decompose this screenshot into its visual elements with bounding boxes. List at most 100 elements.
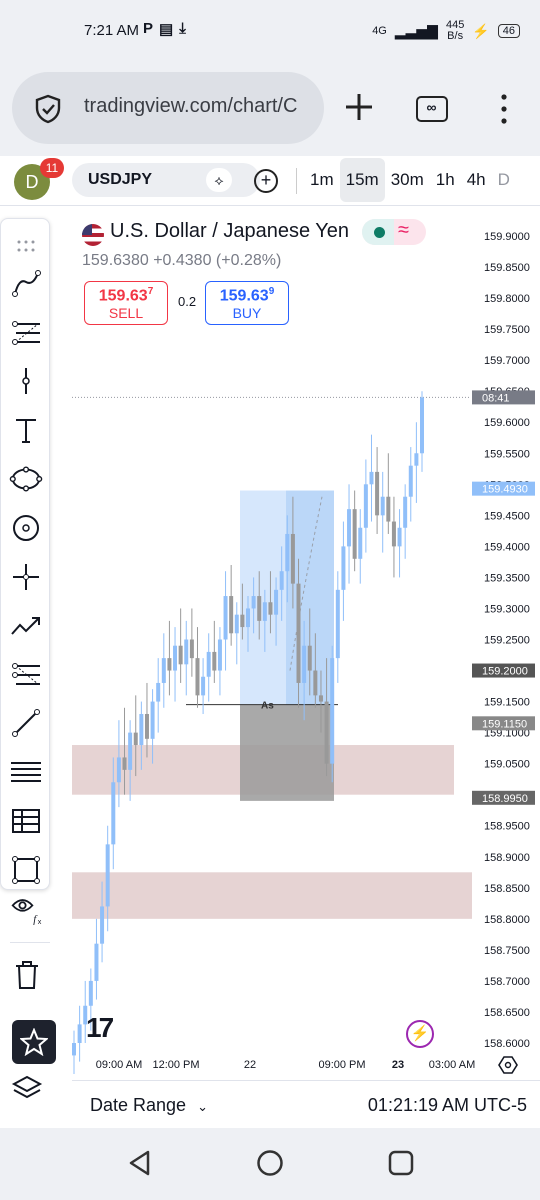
- candle-body[interactable]: [139, 713, 144, 746]
- candle-body[interactable]: [296, 583, 301, 683]
- candle-body[interactable]: [111, 782, 116, 845]
- interval-tab-4h[interactable]: 4h: [461, 158, 492, 202]
- candle-body[interactable]: [386, 496, 391, 522]
- candle-body[interactable]: [116, 757, 121, 783]
- candle-body[interactable]: [251, 596, 256, 609]
- candle-body[interactable]: [217, 639, 222, 671]
- date-range-button[interactable]: Date Range ⌄: [90, 1095, 208, 1116]
- candle-body[interactable]: [206, 651, 211, 677]
- candle-body[interactable]: [201, 676, 206, 696]
- price-chart[interactable]: As 159.9000 159.8500 159.8000 159.7500 159.70…: [72, 210, 540, 1080]
- candle-body[interactable]: [262, 602, 267, 621]
- candle-body[interactable]: [195, 658, 200, 696]
- candle-body[interactable]: [88, 980, 93, 1006]
- candle-body[interactable]: [234, 614, 239, 634]
- candle-body[interactable]: [352, 509, 357, 559]
- fib-retracement-tool-icon[interactable]: [9, 316, 43, 350]
- candle-body[interactable]: [341, 546, 346, 590]
- candle-body[interactable]: [363, 484, 368, 528]
- candle-body[interactable]: [173, 645, 178, 671]
- table-tool-icon[interactable]: [9, 804, 43, 838]
- candle-body[interactable]: [144, 713, 149, 739]
- ray-tool-icon[interactable]: [9, 706, 43, 740]
- interval-tab-15m[interactable]: 15m: [339, 158, 385, 202]
- trash-icon[interactable]: [10, 958, 44, 992]
- address-bar[interactable]: tradingview.com/chart/C: [12, 72, 324, 144]
- candle-body[interactable]: [369, 471, 374, 485]
- candle-body[interactable]: [380, 496, 385, 516]
- candle-body[interactable]: [223, 596, 228, 640]
- candle-body[interactable]: [122, 757, 127, 770]
- candle-body[interactable]: [229, 596, 234, 634]
- buy-button[interactable]: 159.639 BUY: [205, 281, 289, 325]
- candle-body[interactable]: [274, 589, 279, 615]
- candle-body[interactable]: [335, 589, 340, 659]
- recents-icon[interactable]: [388, 1150, 414, 1176]
- candle-body[interactable]: [77, 1024, 82, 1043]
- vertical-line-tool-icon[interactable]: [9, 364, 43, 398]
- candle-body[interactable]: [285, 533, 290, 572]
- candle-body[interactable]: [156, 682, 161, 702]
- interval-tab-1h[interactable]: 1h: [430, 158, 461, 202]
- candle-body[interactable]: [313, 670, 318, 696]
- home-icon[interactable]: [256, 1149, 284, 1177]
- candle-body[interactable]: [330, 658, 335, 764]
- interval-tab-30m[interactable]: 30m: [385, 158, 430, 202]
- candle-body[interactable]: [128, 732, 133, 770]
- forecast-tool-icon[interactable]: [9, 609, 43, 643]
- candle-body[interactable]: [105, 844, 110, 907]
- candle-body[interactable]: [178, 645, 183, 665]
- candle-body[interactable]: [403, 496, 408, 528]
- candle-body[interactable]: [246, 608, 250, 628]
- candle-body[interactable]: [189, 639, 194, 659]
- candle-body[interactable]: [397, 527, 402, 547]
- favorites-star-button[interactable]: [12, 1020, 56, 1064]
- candle-body[interactable]: [302, 645, 307, 683]
- symbol-search-button[interactable]: USDJPY ⟡: [72, 163, 260, 197]
- candle-body[interactable]: [279, 571, 284, 590]
- candle-body[interactable]: [72, 1043, 76, 1056]
- eye-fx-icon[interactable]: fx: [10, 892, 44, 926]
- layers-icon[interactable]: [10, 1072, 44, 1106]
- url-text[interactable]: tradingview.com/chart/C: [84, 95, 318, 118]
- candle-body[interactable]: [318, 695, 323, 702]
- back-icon[interactable]: [126, 1148, 154, 1178]
- candle-body[interactable]: [414, 453, 419, 466]
- candle-body[interactable]: [257, 596, 262, 621]
- candle-body[interactable]: [347, 509, 352, 547]
- candle-body[interactable]: [167, 658, 172, 671]
- candle-body[interactable]: [420, 397, 424, 454]
- new-tab-plus-icon[interactable]: [342, 90, 376, 124]
- candle-body[interactable]: [324, 701, 329, 764]
- position-stop-area[interactable]: [240, 704, 334, 801]
- text-tool-icon[interactable]: [9, 413, 43, 447]
- candle-body[interactable]: [307, 645, 312, 671]
- instrument-title[interactable]: U.S. Dollar / Japanese Yen: [110, 220, 349, 243]
- crosshair-tool-icon[interactable]: [9, 560, 43, 594]
- candle-body[interactable]: [161, 658, 166, 683]
- candle-body[interactable]: [184, 639, 189, 665]
- pattern-tool-icon[interactable]: [9, 462, 43, 496]
- interval-tab-D[interactable]: D: [492, 158, 516, 202]
- rectangle-tool-icon[interactable]: [9, 853, 43, 887]
- diamond-icon[interactable]: ⟡: [206, 168, 232, 192]
- candle-body[interactable]: [133, 732, 138, 746]
- security-shield-icon[interactable]: [34, 94, 62, 124]
- market-status-pill[interactable]: ≈: [362, 219, 426, 245]
- candle-body[interactable]: [408, 465, 413, 497]
- candle-body[interactable]: [94, 943, 99, 981]
- timezone-clock[interactable]: 01:21:19 AM UTC-5: [368, 1095, 527, 1116]
- gann-fan-tool-icon[interactable]: [9, 658, 43, 692]
- tab-switcher-button[interactable]: ∞: [416, 96, 448, 122]
- ellipse-tool-icon[interactable]: [9, 511, 43, 545]
- candle-body[interactable]: [212, 651, 217, 671]
- parallel-lines-tool-icon[interactable]: [9, 755, 43, 789]
- more-menu-icon[interactable]: [494, 92, 514, 126]
- candle-body[interactable]: [290, 533, 295, 584]
- candle-body[interactable]: [375, 471, 380, 516]
- candle-body[interactable]: [268, 602, 273, 615]
- candle-body[interactable]: [391, 521, 396, 547]
- trend-line-tool-icon[interactable]: [9, 267, 43, 301]
- demand-zone[interactable]: [72, 872, 472, 919]
- drag-handle-icon[interactable]: [9, 229, 43, 263]
